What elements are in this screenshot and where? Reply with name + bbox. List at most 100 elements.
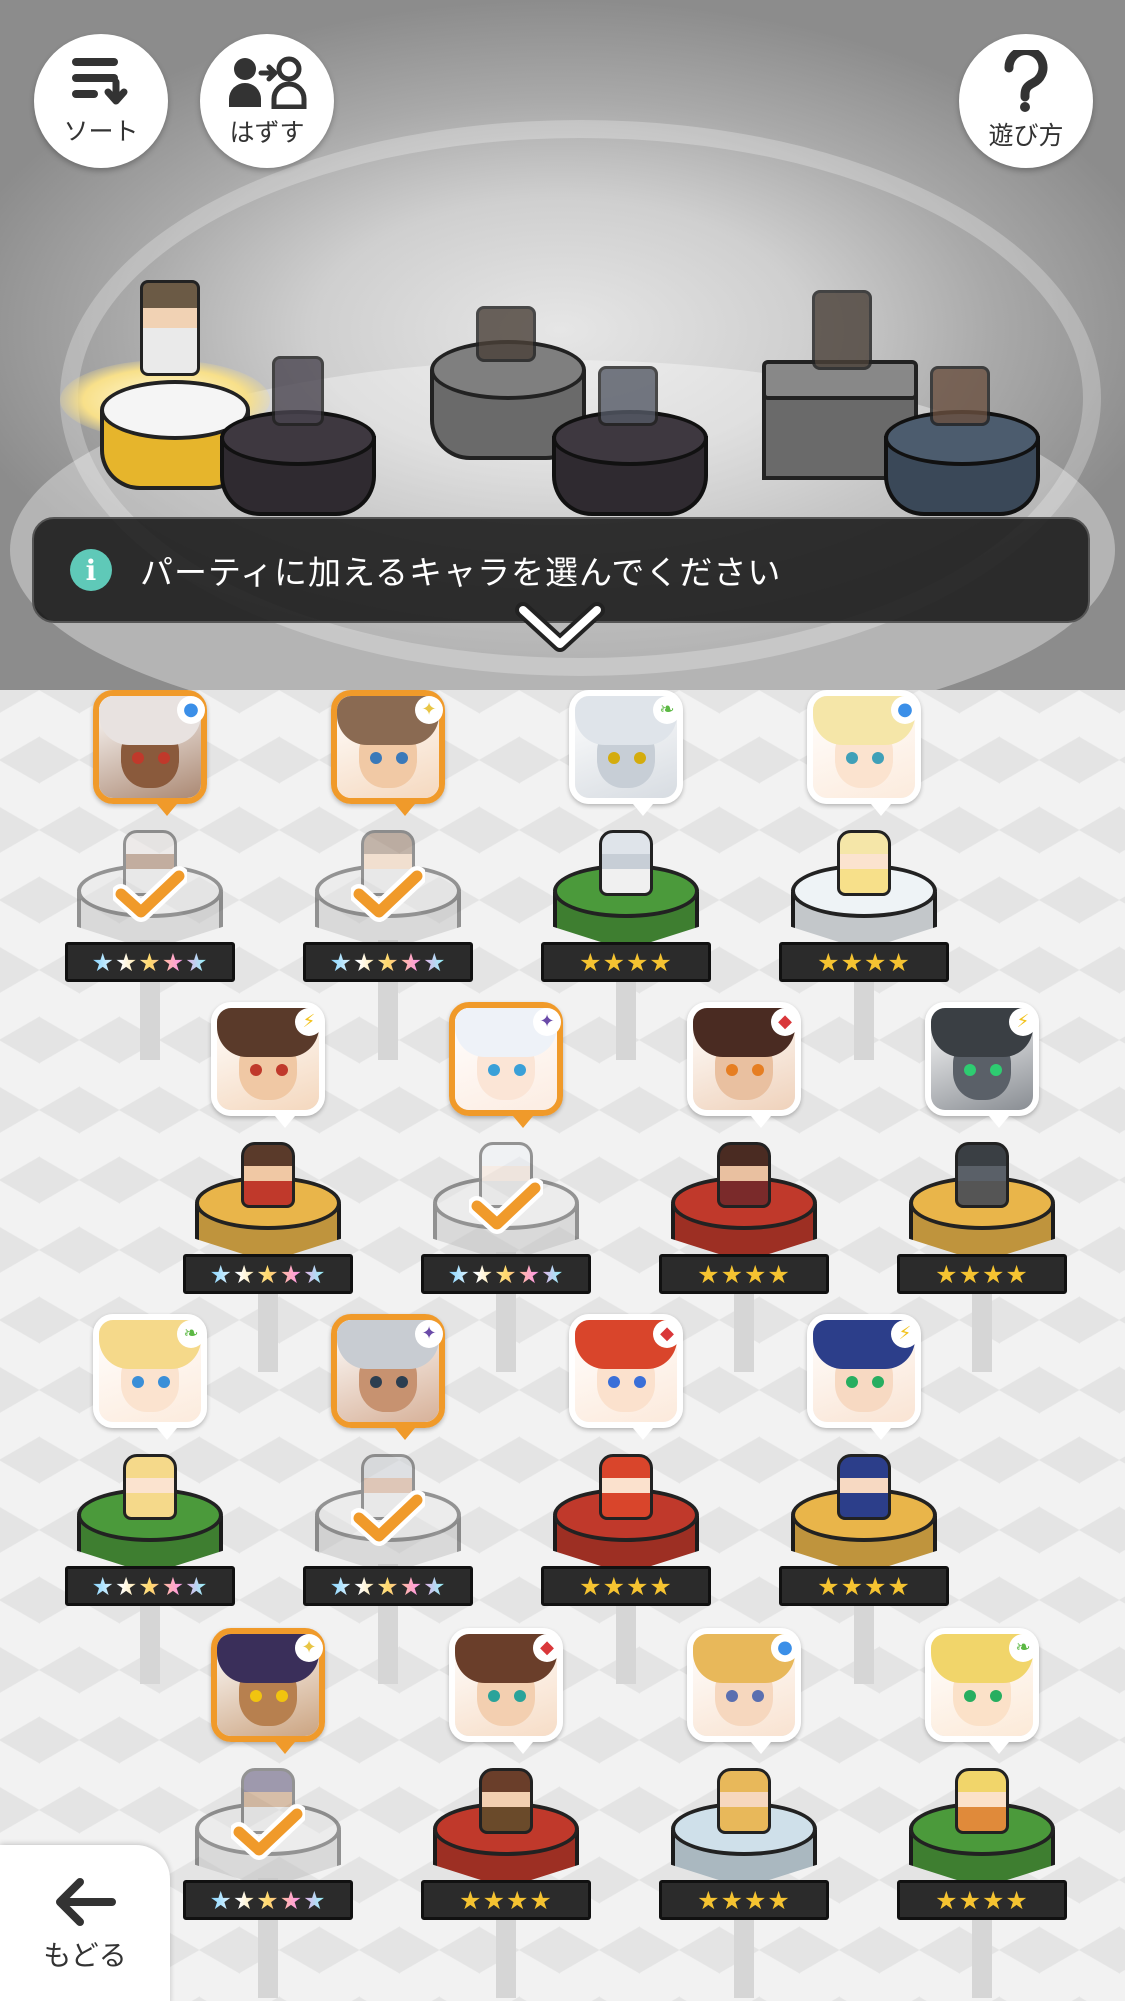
sort-icon (72, 58, 128, 105)
remove-member-icon (229, 56, 307, 109)
rarity-stars: ★★★★ (541, 942, 711, 982)
rarity-stars: ★★★★★ (303, 1566, 473, 1606)
water-icon: ● (891, 696, 919, 724)
fire-icon: ◆ (771, 1008, 799, 1036)
character-chibi (837, 830, 891, 896)
character-card[interactable]: ✦ ★★★★★ (183, 1628, 353, 1998)
character-card[interactable]: ⚡ ★★★★ (897, 1002, 1067, 1372)
empty-slot-silhouette (930, 366, 990, 426)
thunder-icon: ⚡ (1009, 1008, 1037, 1036)
fire-icon: ◆ (533, 1634, 561, 1662)
character-card[interactable]: ⚡ ★★★★★ (183, 1002, 353, 1372)
sort-label: ソート (63, 117, 139, 146)
water-icon: ● (771, 1634, 799, 1662)
light-icon: ✦ (295, 1634, 323, 1662)
portrait-pointer (751, 1742, 771, 1754)
dark-icon: ✦ (415, 1320, 443, 1348)
thunder-icon: ⚡ (295, 1008, 323, 1036)
portrait-eye (131, 752, 144, 765)
portrait-eye (131, 1376, 144, 1389)
portrait-pointer (513, 1116, 533, 1128)
portrait-pointer (395, 804, 415, 816)
checkmark-icon (467, 1178, 545, 1238)
party-slot-2[interactable] (220, 410, 376, 520)
portrait-eye (963, 1064, 976, 1077)
portrait-pointer (989, 1116, 1009, 1128)
character-card[interactable]: ● ★★★★ (779, 690, 949, 1060)
portrait-eye (845, 1376, 858, 1389)
checkmark-icon (349, 1490, 427, 1550)
character-card[interactable]: ● ★★★★ (659, 1628, 829, 1998)
rarity-stars-text: ★★★★★ (329, 947, 447, 977)
rarity-stars-text: ★★★★★ (329, 1571, 447, 1601)
portrait-pointer (633, 1428, 653, 1440)
portrait-eye (607, 1376, 620, 1389)
character-card[interactable]: ◆ ★★★★ (541, 1314, 711, 1684)
portrait-pointer (157, 804, 177, 816)
collapse-chevron-icon[interactable] (515, 600, 605, 656)
checkmark-icon (349, 866, 427, 926)
instruction-text: パーティに加えるキャラを選んでください (140, 553, 782, 592)
rarity-stars: ★★★★ (897, 1880, 1067, 1920)
portrait-pointer (275, 1116, 295, 1128)
character-chibi (599, 1454, 653, 1520)
character-card[interactable]: ❧ ★★★★ (897, 1628, 1067, 1998)
character-card[interactable]: ◆ ★★★★ (421, 1628, 591, 1998)
rarity-stars: ★★★★ (659, 1254, 829, 1294)
back-button[interactable]: もどる (0, 1845, 170, 2001)
character-chibi (241, 1142, 295, 1208)
rarity-stars: ★★★★★ (303, 942, 473, 982)
rarity-stars-text: ★★★★ (817, 1571, 911, 1601)
wind-icon: ❧ (177, 1320, 205, 1348)
rarity-stars-text: ★★★★★ (91, 947, 209, 977)
wind-icon: ❧ (653, 696, 681, 724)
water-icon: ● (177, 696, 205, 724)
portrait-pointer (871, 1428, 891, 1440)
character-card[interactable]: ◆ ★★★★ (659, 1002, 829, 1372)
character-chibi (955, 1142, 1009, 1208)
rarity-stars-text: ★★★★ (935, 1259, 1029, 1289)
portrait-eye (845, 752, 858, 765)
rarity-stars-text: ★★★★ (697, 1885, 791, 1915)
empty-slot-silhouette (272, 356, 324, 426)
character-card[interactable]: ✦ ★★★★★ (421, 1002, 591, 1372)
party-slot-4[interactable] (552, 410, 708, 520)
portrait-pointer (513, 1742, 533, 1754)
character-card[interactable]: ⚡ ★★★★ (779, 1314, 949, 1684)
dark-icon: ✦ (533, 1008, 561, 1036)
rarity-stars-text: ★★★★★ (209, 1885, 327, 1915)
info-icon: i (70, 549, 112, 591)
fire-icon: ◆ (653, 1320, 681, 1348)
remove-label: はずす (229, 118, 305, 147)
rarity-stars-text: ★★★★ (579, 1571, 673, 1601)
rarity-stars-text: ★★★★ (817, 947, 911, 977)
character-card[interactable]: ❧ ★★★★★ (65, 1314, 235, 1684)
sort-button[interactable]: ソート (34, 34, 168, 168)
party-slot-6[interactable] (884, 410, 1040, 520)
wind-icon: ❧ (1009, 1634, 1037, 1662)
portrait-pointer (395, 1428, 415, 1440)
checkmark-icon (111, 866, 189, 926)
rarity-stars: ★★★★★ (183, 1254, 353, 1294)
help-button[interactable]: 遊び方 (959, 34, 1093, 168)
empty-slot-silhouette (476, 306, 536, 362)
remove-button[interactable]: はずす (200, 34, 334, 168)
rarity-stars-text: ★★★★ (935, 1885, 1029, 1915)
character-card[interactable]: ✦ ★★★★★ (303, 690, 473, 1060)
rarity-stars: ★★★★ (541, 1566, 711, 1606)
character-card[interactable]: ✦ ★★★★★ (303, 1314, 473, 1684)
character-chibi (599, 830, 653, 896)
rarity-stars-text: ★★★★ (459, 1885, 553, 1915)
rarity-stars: ★★★★★ (183, 1880, 353, 1920)
character-card[interactable]: ❧ ★★★★ (541, 690, 711, 1060)
leader-chibi (140, 280, 200, 376)
character-chibi (479, 1768, 533, 1834)
empty-slot-silhouette (812, 290, 872, 370)
portrait-eye (369, 752, 382, 765)
character-grid: ● ★★★★★ ✦ ★★★★★ ❧ ★★★★ ● ★★★★ ⚡ ★★★★★ ✦ ★★★★★ ◆ ★★★★ ⚡… (0, 690, 1125, 2001)
rarity-stars: ★★★★ (659, 1880, 829, 1920)
rarity-stars: ★★★★★ (65, 1566, 235, 1606)
arrow-left-icon (56, 1878, 116, 1926)
portrait-pointer (871, 804, 891, 816)
character-card[interactable]: ● ★★★★★ (65, 690, 235, 1060)
